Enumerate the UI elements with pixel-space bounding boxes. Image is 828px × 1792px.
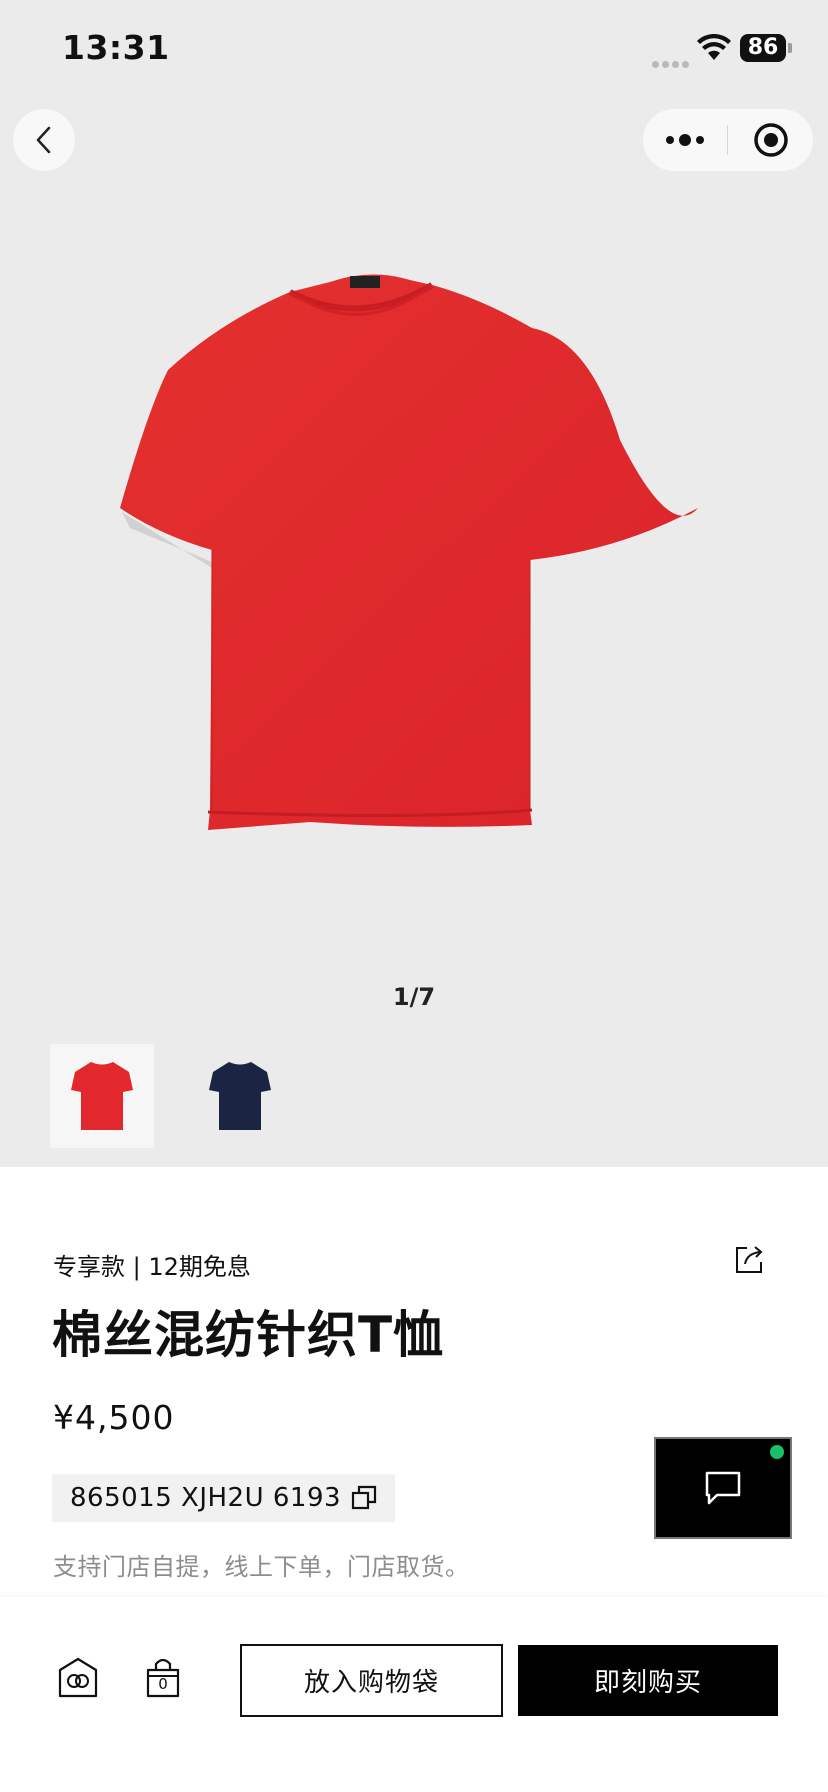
customer-service-chat-button[interactable] (654, 1437, 792, 1539)
thumbnail-red[interactable] (50, 1044, 154, 1148)
battery-tip (788, 43, 792, 53)
tshirt-label (350, 276, 380, 288)
buy-now-button[interactable]: 即刻购买 (518, 1645, 778, 1716)
bag-count-badge: 0 (158, 1675, 168, 1693)
battery-indicator: 86 (740, 34, 786, 62)
add-to-bag-button[interactable]: 放入购物袋 (240, 1644, 503, 1717)
more-button[interactable] (643, 109, 727, 171)
back-icon (36, 126, 51, 154)
share-icon[interactable] (733, 1244, 765, 1276)
sku-copy-button[interactable]: 865015 XJH2U 6193 (52, 1474, 396, 1522)
more-icon (666, 134, 704, 146)
store-icon[interactable] (57, 1656, 99, 1700)
sku-text: 865015 XJH2U 6193 (70, 1483, 342, 1513)
wifi-icon (697, 34, 731, 60)
copy-icon (351, 1485, 377, 1510)
pickup-note: 支持门店自提，线上下单，门店取货。 (53, 1553, 470, 1581)
chat-icon (705, 1471, 741, 1505)
miniprogram-capsule (643, 109, 813, 171)
back-button[interactable] (13, 109, 75, 171)
status-time: 13:31 (62, 28, 170, 67)
product-tag-line: 专享款 | 12期免息 (53, 1253, 251, 1281)
product-price: ¥4,500 (53, 1398, 175, 1437)
product-title: 棉丝混纺针织T恤 (52, 1306, 445, 1364)
tshirt-body (120, 274, 698, 830)
close-target-icon (753, 123, 788, 157)
online-status-dot (770, 1445, 784, 1459)
thumbnail-navy[interactable] (188, 1044, 292, 1148)
close-button[interactable] (728, 109, 813, 171)
image-counter: 1/7 (392, 983, 436, 1011)
product-image-tshirt[interactable] (100, 250, 720, 950)
status-bar: 13:31 86 (0, 0, 828, 100)
thumbnail-red-tshirt (71, 1062, 133, 1130)
signal-icon (652, 53, 692, 68)
thumbnail-navy-tshirt (209, 1062, 271, 1130)
